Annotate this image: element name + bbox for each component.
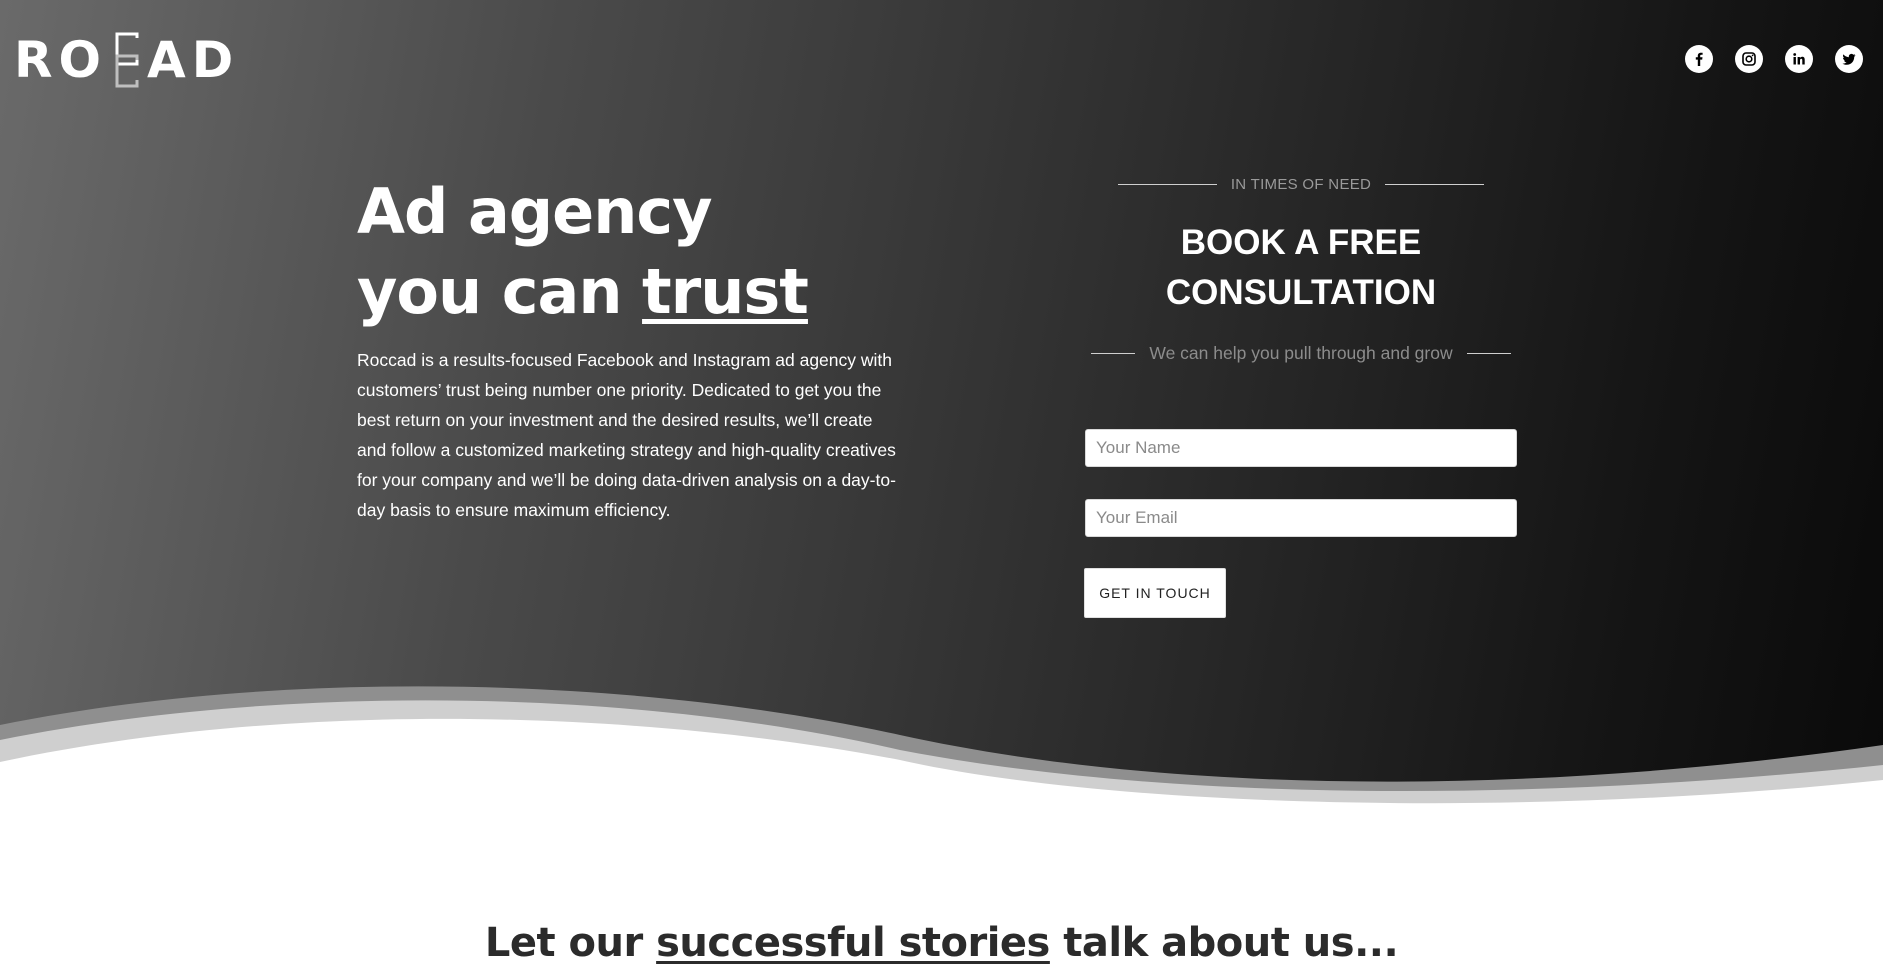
email-input[interactable] xyxy=(1085,499,1517,537)
hero-headline: Ad agency you can trust xyxy=(357,172,957,332)
stories-emphasis: successful stories xyxy=(656,920,1050,966)
roccad-logo[interactable]: RO AD xyxy=(14,30,239,90)
hero-description: Roccad is a results-focused Facebook and… xyxy=(357,350,896,520)
logo-text-left: RO xyxy=(14,31,108,89)
headline-line-2-prefix: you can xyxy=(357,255,643,328)
facebook-link[interactable] xyxy=(1685,45,1713,73)
headline-line-1: Ad agency xyxy=(357,175,713,248)
kicker-rule-left xyxy=(1118,183,1217,185)
form-title: BOOK A FREE CONSULTATION xyxy=(1084,218,1518,318)
hero-section: RO AD Ad agency you can trust Roccad is … xyxy=(0,0,1883,820)
instagram-icon xyxy=(1742,52,1756,66)
stories-heading: Let our successful stories talk about us… xyxy=(0,915,1883,966)
tagline-rule-left xyxy=(1091,352,1136,354)
form-kicker: IN TIMES OF NEED xyxy=(1118,172,1484,196)
kicker-rule-right xyxy=(1385,183,1484,185)
kicker-text: IN TIMES OF NEED xyxy=(1230,175,1372,193)
headline-line-2: you can trust xyxy=(357,252,957,332)
stories-prefix: Let our xyxy=(484,920,657,966)
twitter-icon xyxy=(1842,53,1856,65)
name-input[interactable] xyxy=(1085,429,1517,467)
twitter-link[interactable] xyxy=(1835,45,1863,73)
tagline-rule-right xyxy=(1466,352,1511,354)
headline-trust-emphasis: trust xyxy=(642,255,809,328)
wave-divider xyxy=(0,686,1883,820)
form-title-line-1: BOOK A FREE xyxy=(1180,223,1422,262)
logo-text-right: AD xyxy=(147,31,240,89)
get-in-touch-button[interactable]: GET IN TOUCH xyxy=(1084,568,1226,618)
linkedin-link[interactable] xyxy=(1785,45,1813,73)
tagline-text: We can help you pull through and grow xyxy=(1149,342,1453,363)
form-tagline: We can help you pull through and grow xyxy=(1084,340,1518,366)
facebook-icon xyxy=(1695,52,1703,66)
form-title-line-2: CONSULTATION xyxy=(1165,273,1437,312)
logo-cc-mark-icon xyxy=(115,32,139,88)
stories-suffix: talk about us... xyxy=(1049,920,1399,966)
social-links xyxy=(1685,45,1863,73)
instagram-link[interactable] xyxy=(1735,45,1763,73)
linkedin-icon xyxy=(1793,53,1805,65)
